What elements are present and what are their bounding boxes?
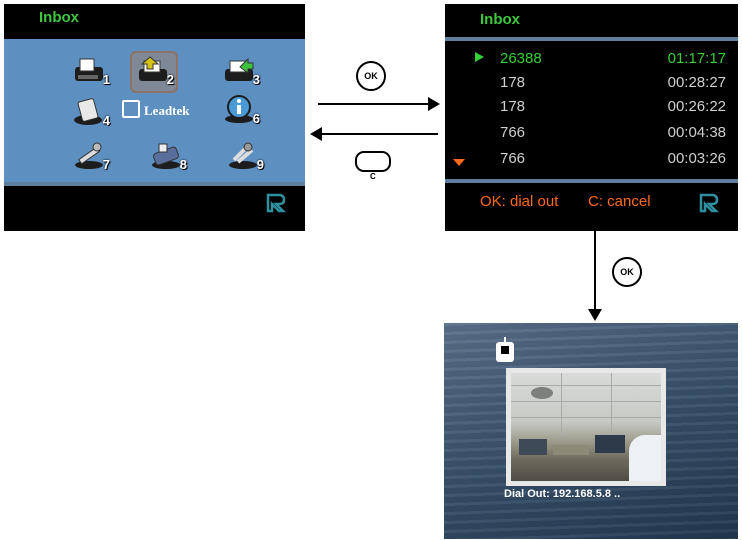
menu-item-number: 2 [166,72,174,87]
info-icon [225,95,253,123]
dial-out-screen: Dial Out: 192.168.5.8 .. [444,323,738,539]
hint-dial-out: OK: dial out [480,193,559,210]
brand-name: Leadtek [144,103,190,118]
inbox-row-number: 766 [500,124,526,141]
c-key-back [355,151,391,172]
menu-item-4[interactable]: 4 [72,96,110,128]
menu-item-number: 1 [102,72,110,87]
forward-arrow-head [428,97,440,111]
leadtek-logo-icon [699,193,720,213]
phonebook-icon [74,98,102,125]
dial-out-caption: Dial Out: 192.168.5.8 .. [504,488,621,500]
leadtek-logo-icon [266,193,287,213]
outbox-icon [225,57,254,81]
inbox-footer-divider [445,179,738,183]
inbox-row-time: 00:03:26 [667,150,726,167]
video-preview-image [511,373,661,481]
inbox-row-time: 00:04:38 [667,124,726,141]
menu-screen: Inbox 1 2 3 4 Leadtek 6 7 8 9 [4,4,305,231]
back-arrow-head [310,127,322,141]
menu-title: Inbox [39,9,79,26]
menu-item-6[interactable]: 6 [222,94,260,126]
video-preview-frame [506,368,666,486]
inbox-row-number: 178 [500,74,526,91]
inbox-row[interactable]: 26388 01:17:17 [445,48,738,72]
menu-divider [4,182,305,186]
menu-item-number: 3 [252,72,260,87]
ok-key-down: OK [612,257,642,287]
menu-item-2[interactable]: 2 [130,51,178,93]
menu-item-number: 7 [102,157,110,172]
ok-key-forward: OK [356,61,386,91]
down-arrow-head [588,309,602,321]
settings-icon [229,142,257,169]
video-call-status-icon [496,337,514,362]
inbox-row-time: 00:26:22 [667,98,726,115]
inbox-title: Inbox [480,11,520,28]
menu-grid: 1 2 3 4 Leadtek 6 7 8 9 [4,39,305,182]
inbox-icon [139,56,167,81]
menu-item-number: 4 [102,113,110,128]
menu-item-3[interactable]: 3 [222,55,260,87]
inbox-row-time: 01:17:17 [667,50,726,67]
back-arrow [322,133,438,135]
tools-icon [75,142,103,169]
inbox-row[interactable]: 178 00:28:27 [445,72,738,96]
person-shoulder [629,435,661,481]
fax-machine-icon [75,58,103,81]
leadtek-mark-icon [122,100,140,118]
menu-item-9[interactable]: 9 [226,140,264,172]
inbox-row[interactable]: 766 00:04:38 [445,122,738,146]
menu-item-number: 8 [179,157,187,172]
forward-arrow [318,103,430,105]
c-key-label: C [370,172,376,181]
brand-logo: Leadtek [122,100,190,119]
menu-item-7[interactable]: 7 [72,140,110,172]
inbox-row-number: 26388 [500,50,542,67]
menu-item-number: 6 [252,111,260,126]
menu-item-8[interactable]: 8 [149,140,187,172]
inbox-header-divider [445,37,738,41]
menu-item-number: 9 [256,157,264,172]
down-arrow [594,231,596,311]
inbox-row-number: 766 [500,150,526,167]
menu-item-1[interactable]: 1 [72,55,110,87]
inbox-row[interactable]: 178 00:26:22 [445,96,738,120]
inbox-row-number: 178 [500,98,526,115]
inbox-screen: Inbox 26388 01:17:17 178 00:28:27 178 00… [445,4,738,231]
inbox-row-time: 00:28:27 [667,74,726,91]
camera-phone-icon [152,143,180,169]
inbox-row[interactable]: 766 00:03:26 [445,148,738,172]
ceiling-lamp [531,387,553,399]
scroll-down-icon[interactable] [453,159,465,166]
hint-cancel: C: cancel [588,193,651,210]
